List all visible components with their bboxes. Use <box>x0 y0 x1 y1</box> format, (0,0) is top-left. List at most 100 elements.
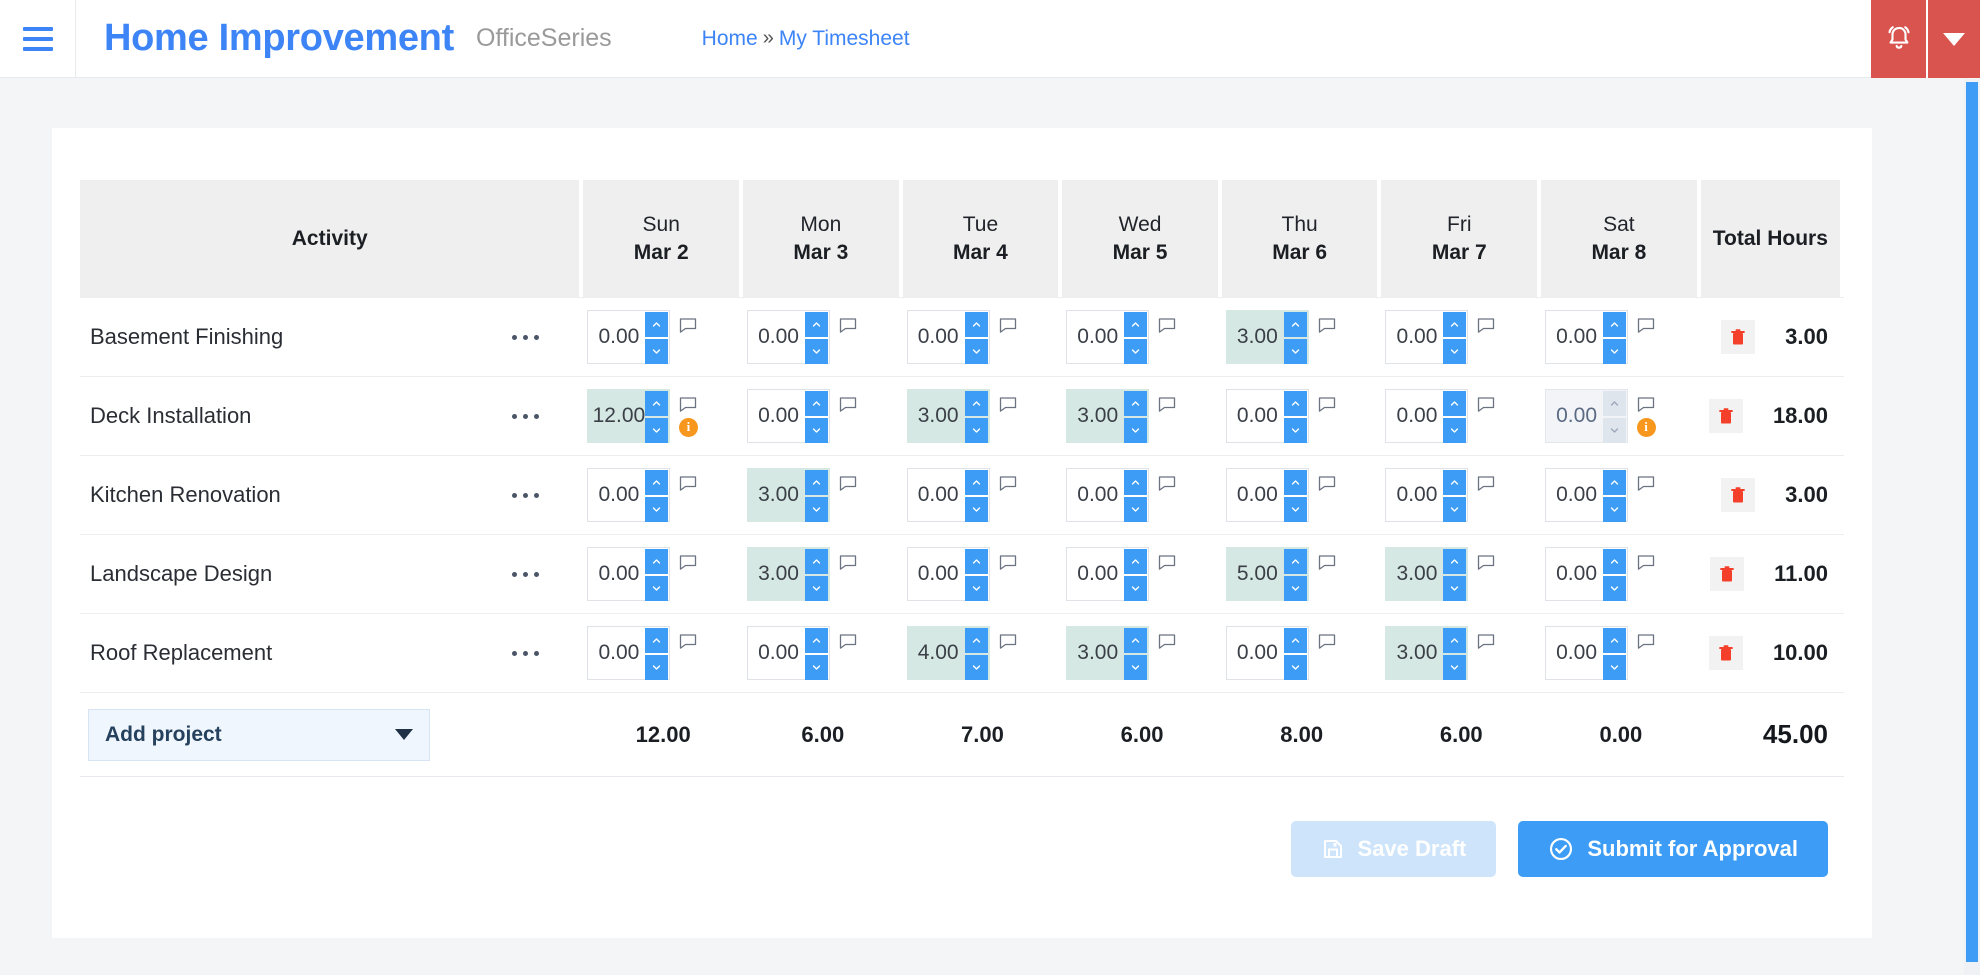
hours-input[interactable]: 0.00 <box>1545 468 1628 522</box>
save-draft-button[interactable]: Save Draft <box>1291 821 1497 877</box>
hours-increment-button[interactable] <box>645 312 668 337</box>
row-menu-icon[interactable] <box>512 493 539 498</box>
breadcrumb-current-link[interactable]: My Timesheet <box>779 27 910 51</box>
hours-increment-button[interactable] <box>1284 549 1307 574</box>
hours-decrement-button[interactable] <box>645 576 668 601</box>
comment-icon[interactable] <box>999 554 1017 572</box>
comment-icon[interactable] <box>679 317 697 335</box>
hours-decrement-button[interactable] <box>965 418 988 443</box>
hours-increment-button[interactable] <box>1443 312 1466 337</box>
hours-increment-button[interactable] <box>965 628 988 653</box>
hours-increment-button[interactable] <box>645 391 668 416</box>
hours-increment-button[interactable] <box>1603 391 1626 416</box>
row-menu-icon[interactable] <box>512 414 539 419</box>
delete-row-button[interactable] <box>1721 478 1755 512</box>
hours-decrement-button[interactable] <box>965 655 988 680</box>
comment-icon[interactable] <box>1477 554 1495 572</box>
hours-decrement-button[interactable] <box>805 418 828 443</box>
comment-icon[interactable] <box>1477 633 1495 651</box>
hours-input[interactable]: 3.00 <box>1385 547 1468 601</box>
hours-decrement-button[interactable] <box>1603 655 1626 680</box>
hours-increment-button[interactable] <box>965 470 988 495</box>
hours-decrement-button[interactable] <box>965 497 988 522</box>
hours-input[interactable]: 3.00 <box>907 389 990 443</box>
comment-icon[interactable] <box>1637 633 1655 651</box>
hours-input[interactable]: 0.00 <box>747 626 830 680</box>
hours-input[interactable]: 0.00 <box>747 389 830 443</box>
hours-increment-button[interactable] <box>1443 628 1466 653</box>
hours-increment-button[interactable] <box>805 391 828 416</box>
comment-icon[interactable] <box>1477 475 1495 493</box>
hours-input[interactable]: 0.00 <box>1385 389 1468 443</box>
hours-decrement-button[interactable] <box>1124 418 1147 443</box>
hours-decrement-button[interactable] <box>1603 418 1626 443</box>
menu-toggle-button[interactable] <box>0 0 76 78</box>
row-menu-icon[interactable] <box>512 651 539 656</box>
comment-icon[interactable] <box>1318 475 1336 493</box>
comment-icon[interactable] <box>999 475 1017 493</box>
hours-increment-button[interactable] <box>1284 628 1307 653</box>
comment-icon[interactable] <box>999 633 1017 651</box>
hours-increment-button[interactable] <box>1443 470 1466 495</box>
submit-for-approval-button[interactable]: Submit for Approval <box>1518 821 1828 877</box>
hours-input[interactable]: 0.00 <box>1545 310 1628 364</box>
hours-input[interactable]: 0.00 <box>1545 626 1628 680</box>
hours-input[interactable]: 0.00 <box>1226 626 1309 680</box>
delete-row-button[interactable] <box>1710 557 1744 591</box>
comment-icon[interactable] <box>1158 475 1176 493</box>
hours-decrement-button[interactable] <box>1603 339 1626 364</box>
hours-increment-button[interactable] <box>1443 391 1466 416</box>
hours-decrement-button[interactable] <box>965 576 988 601</box>
comment-icon[interactable] <box>1158 317 1176 335</box>
hours-decrement-button[interactable] <box>1124 497 1147 522</box>
hours-decrement-button[interactable] <box>1284 497 1307 522</box>
hours-input[interactable]: 0.00 <box>907 468 990 522</box>
hours-decrement-button[interactable] <box>645 418 668 443</box>
hours-decrement-button[interactable] <box>805 497 828 522</box>
comment-icon[interactable] <box>679 396 697 414</box>
hours-increment-button[interactable] <box>805 549 828 574</box>
hours-input[interactable]: 0.00 <box>587 468 670 522</box>
comment-icon[interactable] <box>1318 396 1336 414</box>
delete-row-button[interactable] <box>1709 399 1743 433</box>
row-menu-icon[interactable] <box>512 335 539 340</box>
comment-icon[interactable] <box>839 554 857 572</box>
comment-icon[interactable] <box>1637 554 1655 572</box>
info-warning-icon[interactable]: i <box>1637 418 1656 437</box>
page-scrollbar-thumb[interactable] <box>1966 82 1978 962</box>
comment-icon[interactable] <box>1318 554 1336 572</box>
hours-decrement-button[interactable] <box>1443 497 1466 522</box>
hours-input[interactable]: 12.00 <box>587 389 670 443</box>
comment-icon[interactable] <box>679 475 697 493</box>
hours-input[interactable]: 0.00 <box>1226 389 1309 443</box>
hours-input[interactable]: 0.00 <box>1226 468 1309 522</box>
hours-input[interactable]: 0.00 <box>1545 389 1628 443</box>
hours-decrement-button[interactable] <box>805 655 828 680</box>
hours-input[interactable]: 3.00 <box>1226 310 1309 364</box>
hours-decrement-button[interactable] <box>1603 497 1626 522</box>
hours-increment-button[interactable] <box>805 470 828 495</box>
hours-input[interactable]: 3.00 <box>1066 389 1149 443</box>
add-project-dropdown[interactable]: Add project <box>88 709 430 761</box>
comment-icon[interactable] <box>839 317 857 335</box>
hours-input[interactable]: 0.00 <box>1545 547 1628 601</box>
hours-decrement-button[interactable] <box>1443 418 1466 443</box>
hours-input[interactable]: 0.00 <box>1385 310 1468 364</box>
hours-input[interactable]: 4.00 <box>907 626 990 680</box>
hours-decrement-button[interactable] <box>1124 576 1147 601</box>
hours-decrement-button[interactable] <box>1443 576 1466 601</box>
hours-input[interactable]: 0.00 <box>1385 468 1468 522</box>
hours-increment-button[interactable] <box>1443 549 1466 574</box>
hours-input[interactable]: 3.00 <box>747 547 830 601</box>
comment-icon[interactable] <box>1318 317 1336 335</box>
hours-increment-button[interactable] <box>645 549 668 574</box>
hours-decrement-button[interactable] <box>1603 576 1626 601</box>
hours-increment-button[interactable] <box>1284 391 1307 416</box>
hours-decrement-button[interactable] <box>1284 339 1307 364</box>
notifications-dropdown-button[interactable] <box>1928 0 1980 78</box>
hours-increment-button[interactable] <box>645 628 668 653</box>
hours-decrement-button[interactable] <box>645 497 668 522</box>
comment-icon[interactable] <box>999 317 1017 335</box>
hours-increment-button[interactable] <box>1124 628 1147 653</box>
comment-icon[interactable] <box>1158 396 1176 414</box>
